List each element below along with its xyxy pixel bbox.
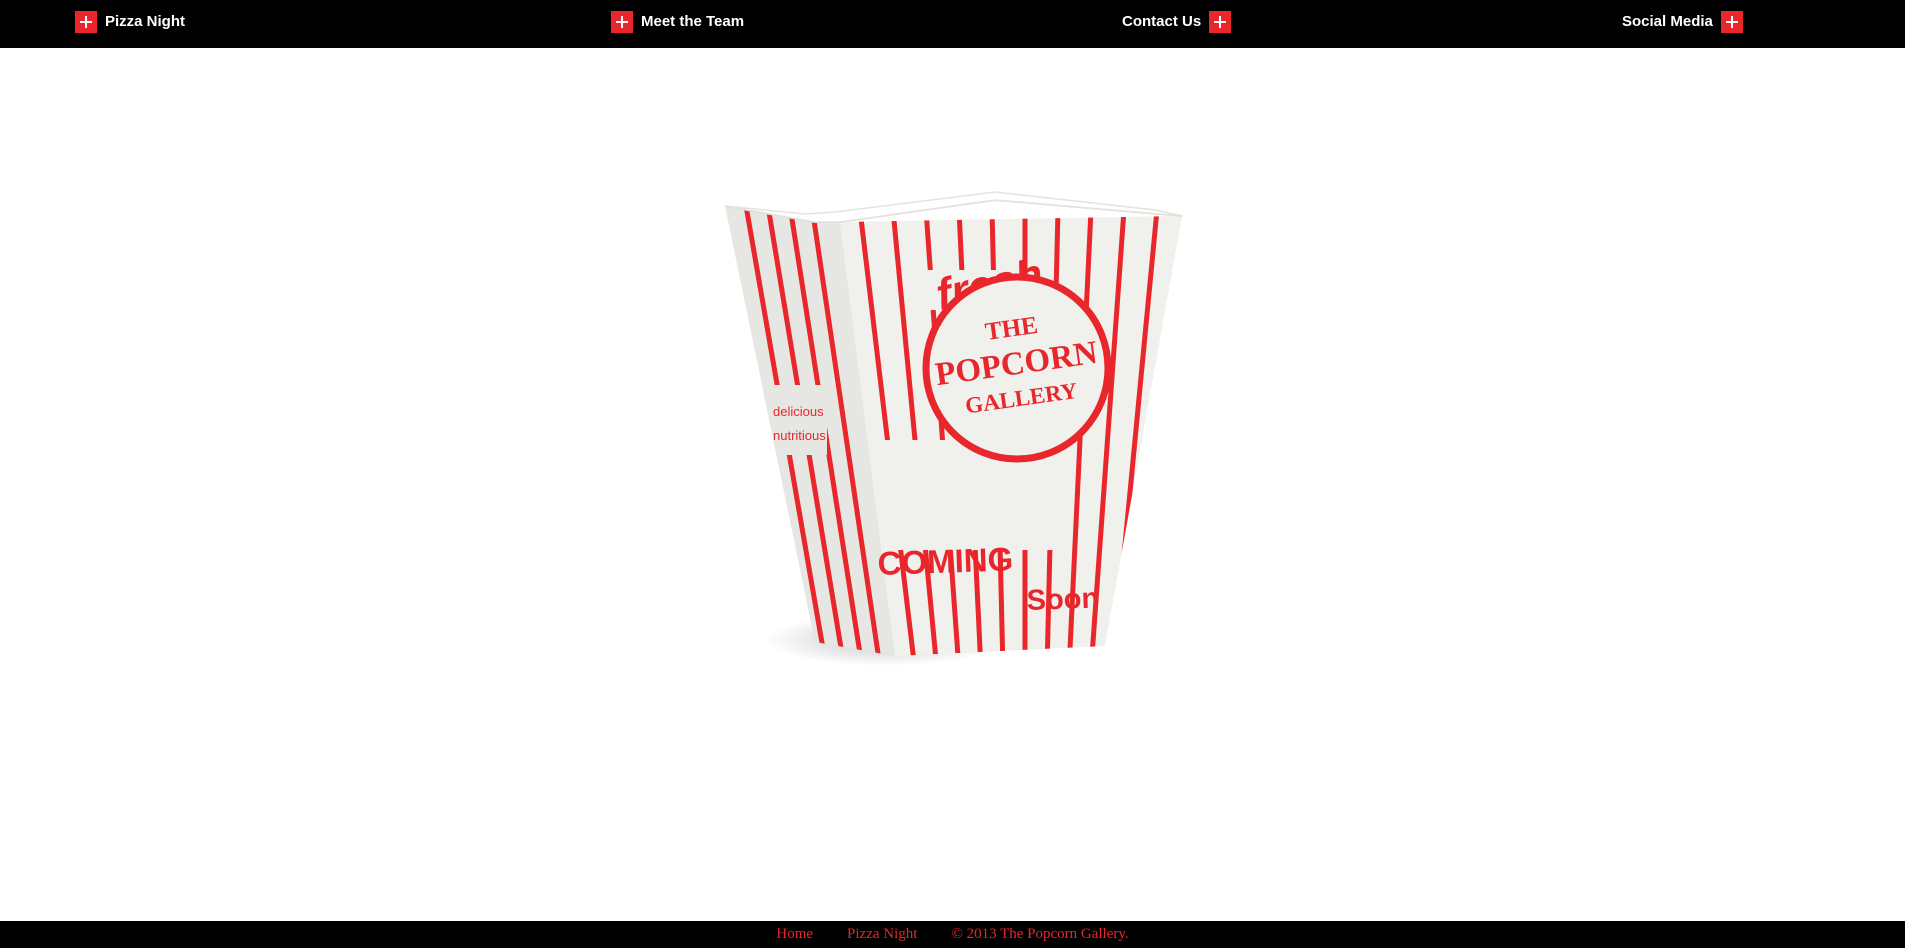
popcorn-box-image: delicious nutritious fresh	[715, 190, 1195, 670]
nav-item-meet-the-team[interactable]: Meet the Team	[611, 11, 744, 33]
plus-icon	[1209, 11, 1232, 33]
footer-link-pizza-night[interactable]: Pizza Night	[847, 921, 917, 948]
footer-copyright: © 2013 The Popcorn Gallery.	[951, 926, 1129, 942]
box-text-soon: Soon	[1026, 582, 1100, 617]
box-side-text-nutritious: nutritious	[773, 428, 826, 443]
box-text-coming: COMING	[877, 540, 1014, 582]
nav-label-pizza-night: Pizza Night	[105, 13, 186, 30]
plus-icon	[75, 11, 97, 33]
nav-item-social-media[interactable]: Social Media	[1622, 11, 1743, 33]
top-navigation-bar: Pizza Night Meet the Team Contact Us Soc…	[0, 0, 1905, 48]
box-side-text-delicious: delicious	[773, 404, 824, 419]
footer-link-home[interactable]: Home	[776, 921, 813, 948]
nav-item-contact-us[interactable]: Contact Us	[1122, 11, 1232, 33]
plus-icon	[611, 11, 633, 33]
plus-icon	[1720, 11, 1743, 33]
footer-bar: Home Pizza Night © 2013 The Popcorn Gall…	[0, 921, 1905, 948]
nav-label-social-media: Social Media	[1622, 13, 1713, 30]
nav-item-pizza-night[interactable]: Pizza Night	[75, 11, 185, 33]
popcorn-box-illustration: delicious nutritious fresh	[724, 191, 1183, 666]
nav-label-meet-the-team: Meet the Team	[641, 13, 745, 30]
nav-label-contact-us: Contact Us	[1122, 13, 1202, 30]
